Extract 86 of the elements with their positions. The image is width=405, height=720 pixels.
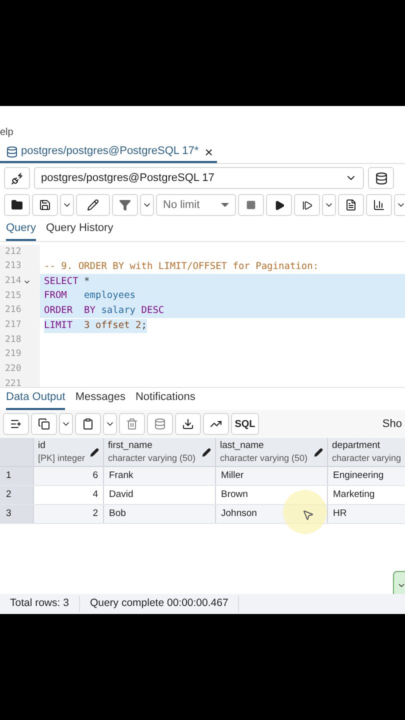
copy-button[interactable] bbox=[31, 413, 57, 435]
explain-menu-button[interactable] bbox=[394, 194, 405, 216]
table-cell: 2 bbox=[34, 505, 104, 523]
column-header[interactable]: department character varying bbox=[328, 438, 405, 466]
output-tab[interactable]: Messages bbox=[75, 388, 126, 410]
line-number: 219 bbox=[5, 348, 22, 362]
column-header[interactable]: first_name character varying (50) bbox=[104, 438, 216, 466]
save-button[interactable] bbox=[32, 194, 58, 216]
connection-select[interactable]: postgres/postgres@PostgreSQL 17 bbox=[34, 167, 364, 189]
trash-icon bbox=[126, 418, 138, 430]
line-number: 214 bbox=[5, 274, 22, 288]
add-row-button[interactable] bbox=[3, 413, 29, 435]
status-text: Query complete 00:00:00.467 bbox=[80, 596, 240, 612]
graph-button[interactable] bbox=[203, 413, 229, 435]
code-line: FROM employees bbox=[44, 289, 136, 304]
table-cell: Marketing bbox=[328, 486, 405, 504]
toolbar-label: Sho bbox=[382, 416, 402, 432]
open-button[interactable] bbox=[4, 194, 30, 216]
pencil-icon bbox=[314, 448, 323, 456]
code-line: SELECT * bbox=[44, 274, 90, 289]
execute-button[interactable] bbox=[266, 194, 292, 216]
tab-title: postgres/postgres@PostgreSQL 17* bbox=[21, 144, 199, 160]
add-row-icon bbox=[10, 418, 22, 430]
clipboard-icon bbox=[82, 418, 94, 430]
output-tab[interactable]: Notifications bbox=[135, 388, 196, 410]
table-cell: Engineering bbox=[328, 467, 405, 485]
explain-button[interactable] bbox=[338, 194, 364, 216]
play-icon bbox=[274, 200, 284, 210]
menu-item[interactable]: elp bbox=[0, 125, 14, 140]
database-icon bbox=[154, 418, 166, 430]
table-cell: 6 bbox=[34, 467, 104, 485]
download-button[interactable] bbox=[175, 413, 201, 435]
column-header[interactable]: last_name character varying (50) bbox=[216, 438, 328, 466]
table-cell: Bob bbox=[104, 505, 216, 523]
query-tab[interactable]: Query bbox=[6, 220, 36, 241]
line-number: 213 bbox=[5, 260, 22, 274]
line-number: 217 bbox=[5, 319, 22, 332]
folder-icon bbox=[11, 199, 23, 211]
filter-button[interactable] bbox=[112, 194, 138, 216]
play-icon bbox=[302, 200, 312, 210]
pencil-icon bbox=[90, 448, 99, 456]
paste-button[interactable] bbox=[75, 413, 101, 435]
line-chart-icon bbox=[210, 418, 222, 430]
database-button[interactable] bbox=[368, 167, 394, 189]
table-cell: Frank bbox=[104, 467, 216, 485]
table-cell: HR bbox=[328, 505, 405, 523]
database-icon bbox=[6, 146, 18, 158]
database-icon bbox=[374, 172, 388, 184]
stop-button[interactable] bbox=[238, 194, 264, 216]
line-number: 212 bbox=[5, 246, 22, 259]
edit-button[interactable] bbox=[76, 194, 110, 216]
connection-button[interactable] bbox=[4, 167, 30, 189]
analyze-button[interactable] bbox=[366, 194, 392, 216]
download-icon bbox=[182, 418, 194, 430]
line-number: 215 bbox=[5, 290, 22, 303]
stop-icon bbox=[246, 200, 256, 210]
row-number[interactable]: 2 bbox=[0, 486, 34, 504]
column-header[interactable]: id [PK] integer bbox=[34, 438, 104, 466]
close-button[interactable]: × bbox=[204, 144, 213, 158]
execute-script-button[interactable] bbox=[294, 194, 320, 216]
code-line: -- 9. ORDER BY with LIMIT/OFFSET for Pagination: bbox=[44, 260, 319, 274]
document-icon bbox=[345, 199, 357, 211]
sql-button[interactable]: SQL bbox=[231, 413, 259, 435]
row-number[interactable]: 3 bbox=[0, 505, 34, 523]
line-number: 221 bbox=[5, 378, 22, 387]
filter-icon bbox=[119, 199, 131, 211]
pencil-icon bbox=[202, 448, 211, 456]
line-number: 218 bbox=[5, 334, 22, 347]
save-icon bbox=[39, 199, 51, 211]
row-number[interactable]: 1 bbox=[0, 467, 34, 485]
cursor-icon bbox=[302, 509, 314, 521]
chart-icon bbox=[373, 199, 385, 211]
table-cell: Miller bbox=[216, 467, 328, 485]
delete-button[interactable] bbox=[119, 413, 145, 435]
pencil-icon bbox=[87, 199, 99, 211]
line-number: 216 bbox=[5, 304, 22, 318]
query-tab[interactable]: Query History bbox=[46, 220, 114, 241]
status-text: Total rows: 3 bbox=[0, 596, 80, 612]
line-number: 220 bbox=[5, 363, 22, 376]
table-cell: 4 bbox=[34, 486, 104, 504]
plug-icon bbox=[10, 172, 24, 184]
copy-icon bbox=[38, 418, 50, 430]
table-cell: David bbox=[104, 486, 216, 504]
limit-select[interactable]: No limit bbox=[156, 194, 236, 216]
code-line: ORDER BY salary DESC bbox=[44, 304, 164, 318]
dropdown-icon bbox=[221, 203, 229, 207]
